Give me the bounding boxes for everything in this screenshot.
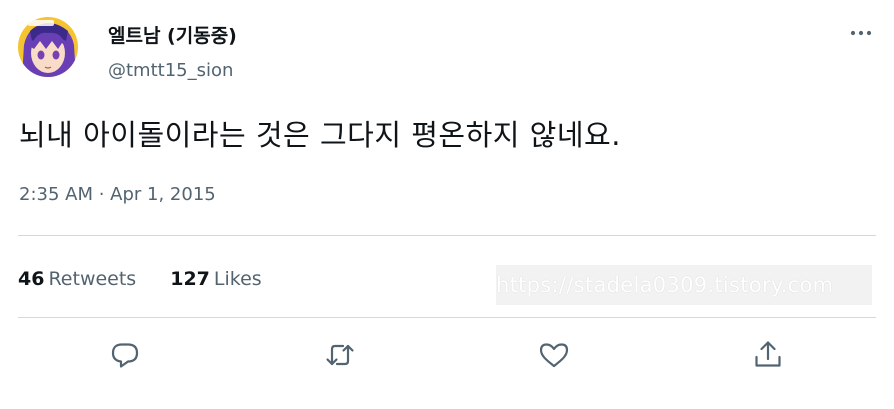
likes-stat[interactable]: 127 Likes <box>170 264 261 294</box>
anime-avatar-icon <box>18 17 78 77</box>
likes-count: 127 <box>170 268 210 290</box>
user-handle[interactable]: @tmtt15_sion <box>108 58 233 84</box>
retweet-button[interactable] <box>323 338 357 372</box>
like-button[interactable] <box>537 338 571 372</box>
avatar[interactable] <box>18 17 78 77</box>
display-name[interactable]: 엘트남 (기동중) <box>108 22 237 50</box>
tweet-timestamp[interactable]: 2:35 AM · Apr 1, 2015 <box>19 182 216 208</box>
retweets-count: 46 <box>18 268 45 290</box>
retweets-stat[interactable]: 46 Retweets <box>18 264 136 294</box>
share-button[interactable] <box>751 338 785 372</box>
share-icon <box>755 341 781 367</box>
tweet-stats: 46 Retweets 127 Likes <box>18 264 262 294</box>
reply-button[interactable] <box>108 338 142 372</box>
more-icon <box>850 30 872 36</box>
heart-icon <box>539 343 569 368</box>
more-options-button[interactable] <box>846 22 876 44</box>
retweet-icon <box>326 344 354 366</box>
divider <box>18 317 876 318</box>
reply-icon <box>111 343 139 368</box>
retweets-label: Retweets <box>48 268 137 290</box>
tweet-text: 뇌내 아이돌이라는 것은 그다지 평온하지 않네요. <box>19 118 621 152</box>
likes-label: Likes <box>213 268 262 290</box>
divider <box>18 235 876 236</box>
watermark: https://stadela0309.tistory.com <box>496 265 872 305</box>
